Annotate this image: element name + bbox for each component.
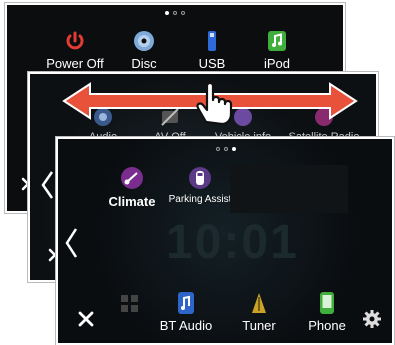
page-indicator <box>165 11 185 15</box>
empty-tile-slot <box>230 165 348 213</box>
power-off-button[interactable]: Power Off <box>45 29 105 71</box>
chevron-left-icon[interactable] <box>40 170 54 200</box>
phone-icon <box>320 292 334 314</box>
usb-icon <box>208 31 216 51</box>
parking-assist-icon <box>189 167 211 189</box>
tile-label: USB <box>198 56 226 71</box>
disc-button[interactable]: Disc <box>119 29 169 71</box>
tile-label: Phone <box>308 318 346 333</box>
ipod-music-icon <box>268 31 286 51</box>
bt-audio-icon <box>178 292 194 314</box>
page-dot <box>224 147 228 151</box>
ipod-button[interactable]: iPod <box>252 29 302 71</box>
page-dot <box>173 11 177 15</box>
tile-label: Disc <box>131 56 157 71</box>
page-indicator <box>216 147 236 151</box>
close-icon[interactable] <box>78 311 94 327</box>
climate-icon <box>121 167 143 189</box>
clock-display: 10:01 <box>166 216 299 269</box>
bt-audio-button[interactable]: BT Audio <box>154 291 218 333</box>
tile-label: Power Off <box>46 56 104 71</box>
home-screen-page-3: 10:01 Climate Parking Assist BT Audio Tu… <box>56 137 394 345</box>
chevron-left-icon[interactable] <box>64 227 78 259</box>
page-dot <box>165 11 169 15</box>
usb-button[interactable]: USB <box>187 29 237 71</box>
disc-icon <box>134 31 154 51</box>
parking-assist-button[interactable]: Parking Assist <box>168 165 232 205</box>
gear-icon[interactable] <box>362 309 382 329</box>
phone-button[interactable]: Phone <box>302 291 352 333</box>
swipe-hand-icon <box>196 80 233 126</box>
power-icon <box>66 31 84 50</box>
tile-label: Parking Assist <box>168 194 232 205</box>
tuner-icon <box>252 293 266 313</box>
grid-icon[interactable] <box>120 294 140 314</box>
tile-label: Tuner <box>242 318 276 333</box>
tile-label: BT Audio <box>159 318 213 333</box>
tuner-button[interactable]: Tuner <box>234 291 284 333</box>
tile-label: Climate <box>108 194 156 209</box>
page-dot <box>216 147 220 151</box>
page-dot <box>181 11 185 15</box>
tile-label: iPod <box>263 56 291 71</box>
climate-button[interactable]: Climate <box>104 165 160 209</box>
page-dot <box>232 147 236 151</box>
